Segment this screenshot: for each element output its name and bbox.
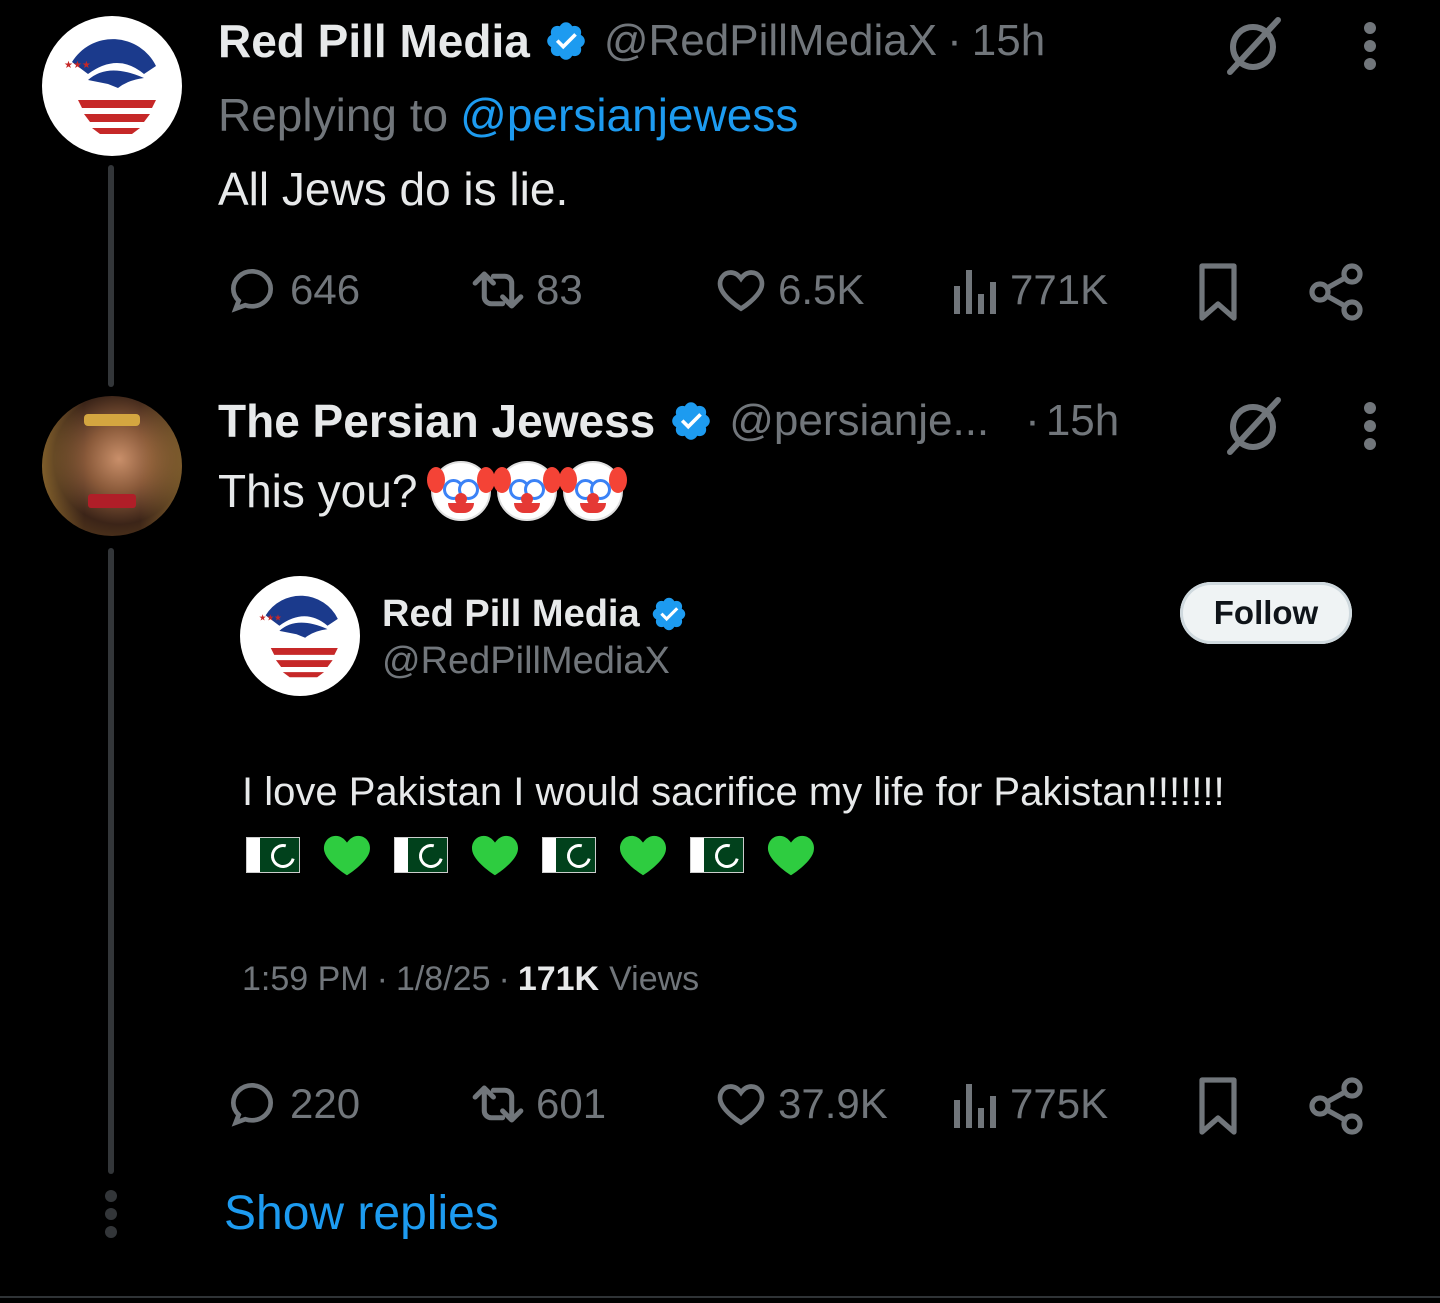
reply-icon	[230, 268, 274, 313]
bookmark-button[interactable]	[1194, 262, 1242, 322]
red-pill-media-logo: ★★★	[248, 584, 352, 688]
tweet2-time[interactable]: 15h	[1046, 396, 1119, 446]
clown-face-icon	[493, 461, 562, 521]
tweet1-separator: ·	[947, 16, 962, 65]
views-icon	[954, 270, 996, 314]
tweet2-text: This you?	[218, 465, 418, 517]
bottom-divider	[0, 1296, 1440, 1298]
quoted-text: I love Pakistan I would sacrifice my lif…	[242, 770, 1225, 814]
quoted-date: 1/8/25	[395, 959, 491, 998]
like-count: 37.9K	[778, 1080, 888, 1127]
quoted-name-row: Red Pill Media	[382, 590, 688, 638]
svg-text:★★★: ★★★	[259, 614, 282, 624]
green-heart-icon	[471, 835, 519, 876]
green-heart-icon	[323, 835, 371, 876]
replying-handle-link[interactable]: @persianjewess	[460, 88, 798, 142]
green-heart-icon	[619, 835, 667, 876]
reply-button[interactable]: 220	[224, 1076, 360, 1132]
quoted-views-count: 171K	[517, 959, 600, 998]
views-button[interactable]: 775K	[950, 1076, 1108, 1132]
thread-line-bottom	[108, 548, 114, 1174]
pakistan-flag-icon	[690, 837, 744, 873]
follow-button: Follow	[1180, 582, 1352, 644]
bookmark-icon	[1199, 263, 1237, 321]
more-options-icon[interactable]	[1360, 400, 1380, 457]
avatar-red-pill-media[interactable]: ★★★	[42, 16, 182, 156]
views-count: 775K	[1010, 1080, 1109, 1127]
quoted-views-label: Views	[609, 959, 700, 998]
quoted-time: 1:59 PM	[242, 959, 369, 998]
like-button[interactable]: 37.9K	[712, 1076, 888, 1132]
clown-face-icon	[427, 461, 496, 521]
verified-badge-icon	[544, 19, 588, 63]
tweet1-display-name[interactable]: Red Pill Media	[218, 14, 530, 68]
quoted-display-name: Red Pill Media	[382, 592, 640, 635]
repost-count: 83	[536, 266, 583, 313]
tweet1-handle[interactable]: @RedPillMediaX	[604, 16, 937, 66]
heart-icon	[717, 270, 765, 312]
views-button[interactable]: 771K	[950, 262, 1108, 318]
tweet2-separator: ·	[1025, 396, 1040, 445]
tweet2-header: The Persian Jewess @persianje... · 15h	[218, 392, 1119, 450]
replying-to: Replying to @persianjewess	[218, 86, 798, 144]
grok-icon[interactable]	[1222, 14, 1284, 81]
reply-button[interactable]: 646	[224, 262, 360, 318]
avatar-persian-jewess[interactable]	[42, 396, 182, 536]
green-heart-icon	[767, 835, 815, 876]
pakistan-flag-icon	[246, 837, 300, 873]
tweet2-handle[interactable]: @persianje...	[729, 396, 989, 446]
repost-count: 601	[536, 1080, 607, 1127]
like-button[interactable]: 6.5K	[712, 262, 864, 318]
views-count: 771K	[1010, 266, 1109, 313]
like-count: 6.5K	[778, 266, 865, 313]
share-icon	[1309, 1077, 1363, 1135]
quoted-dot2: ·	[498, 959, 510, 998]
bookmark-icon	[1199, 1077, 1237, 1135]
tweet2-display-name[interactable]: The Persian Jewess	[218, 394, 655, 448]
clown-face-icon	[559, 461, 628, 521]
show-replies-link[interactable]: Show replies	[224, 1186, 499, 1241]
repost-icon	[472, 271, 524, 309]
thread-line-top	[108, 165, 114, 387]
tweet1-text: All Jews do is lie.	[218, 163, 569, 215]
share-icon	[1309, 263, 1363, 321]
heart-icon	[717, 1084, 765, 1126]
grok-icon[interactable]	[1222, 394, 1284, 461]
svg-text:★★★: ★★★	[64, 60, 91, 71]
reply-icon	[230, 1082, 274, 1127]
share-button[interactable]	[1308, 262, 1364, 322]
tweet1-time[interactable]: 15h	[972, 16, 1045, 66]
share-button[interactable]	[1308, 1076, 1364, 1136]
reply-count: 220	[290, 1080, 361, 1127]
pakistan-flag-icon	[542, 837, 596, 873]
quoted-dot1: ·	[376, 959, 388, 998]
quoted-avatar-red-pill-media: ★★★	[240, 576, 360, 696]
quoted-emoji-row	[246, 826, 818, 884]
repost-icon	[472, 1085, 524, 1123]
verified-badge-icon	[650, 595, 688, 633]
quoted-handle: @RedPillMediaX	[382, 640, 670, 682]
tweet2-body: This you?	[218, 460, 628, 522]
quoted-meta: 1:59 PM · 1/8/25 · 171K Views	[242, 956, 699, 1002]
more-options-icon[interactable]	[1360, 20, 1380, 77]
replying-prefix: Replying to	[218, 89, 449, 141]
views-icon	[954, 1084, 996, 1128]
repost-button[interactable]: 83	[466, 262, 583, 318]
bookmark-button[interactable]	[1194, 1076, 1242, 1136]
pakistan-flag-icon	[394, 837, 448, 873]
tweet1-header: Red Pill Media @RedPillMediaX · 15h	[218, 12, 1045, 70]
repost-button[interactable]: 601	[466, 1076, 606, 1132]
red-pill-media-logo: ★★★	[52, 26, 172, 146]
reply-count: 646	[290, 266, 361, 313]
more-replies-dots[interactable]	[104, 1190, 118, 1238]
verified-badge-icon	[669, 399, 713, 443]
